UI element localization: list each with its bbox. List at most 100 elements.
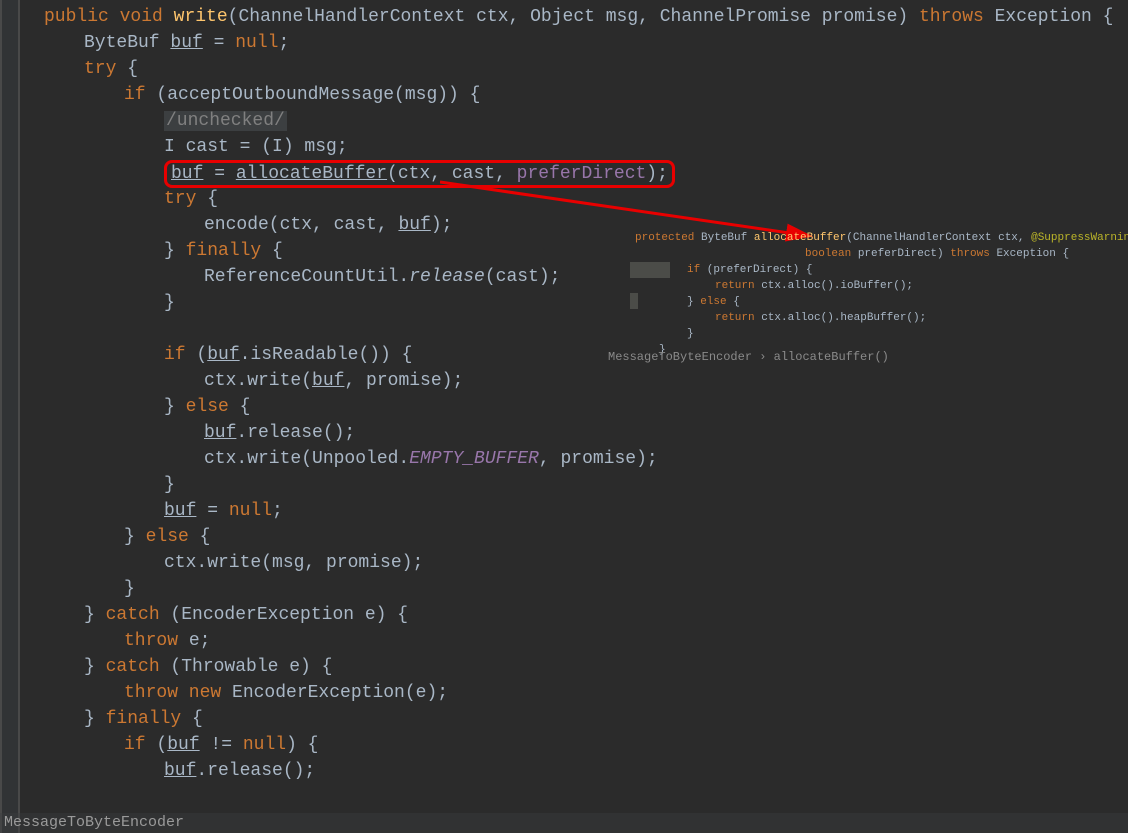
variable: buf	[167, 735, 199, 755]
code-text: e;	[178, 631, 210, 651]
inset-line: protected ByteBuf allocateBuffer(Channel…	[615, 230, 1125, 246]
method-name: write	[174, 7, 228, 27]
code-text: ctx.write(msg, promise);	[164, 553, 423, 573]
code-text: encode(ctx, cast,	[204, 215, 398, 235]
highlighted-call[interactable]: buf = allocateBuffer(ctx, cast, preferDi…	[164, 160, 675, 188]
keyword: throw	[124, 631, 178, 651]
keyword: finally	[186, 241, 262, 261]
keyword: throw new	[124, 683, 221, 703]
code-text: );	[431, 215, 453, 235]
code-text: !=	[200, 735, 243, 755]
code-text: I cast = (I) msg;	[164, 137, 348, 157]
keyword: catch	[106, 657, 160, 677]
code-line[interactable]: } finally {	[24, 706, 1128, 732]
keyword: catch	[106, 605, 160, 625]
code-text: =	[203, 33, 235, 53]
keyword: try	[164, 189, 196, 209]
code-text: ;	[278, 33, 289, 53]
definition-popup[interactable]: protected ByteBuf allocateBuffer(Channel…	[615, 230, 1125, 358]
static-method: release	[409, 267, 485, 287]
keyword: if	[164, 345, 186, 365]
code-text: , promise);	[539, 449, 658, 469]
code-text: ctx.write(Unpooled.	[204, 449, 409, 469]
code-line[interactable]: try {	[24, 186, 1128, 212]
variable: buf	[170, 33, 202, 53]
keyword: finally	[106, 709, 182, 729]
code-text: );	[646, 164, 668, 184]
code-text: ctx.write(	[204, 371, 312, 391]
code-line[interactable]: buf = allocateBuffer(ctx, cast, preferDi…	[24, 160, 1128, 186]
inset-breadcrumb[interactable]: MessageToByteEncoder › allocateBuffer()	[608, 350, 889, 364]
code-text: (cast);	[485, 267, 561, 287]
code-line[interactable]: ctx.write(msg, promise);	[24, 550, 1128, 576]
keyword: void	[120, 7, 163, 27]
code-text: {	[229, 397, 251, 417]
code-text: ByteBuf	[84, 33, 170, 53]
gutter	[0, 0, 20, 833]
bottom-breadcrumb[interactable]: MessageToByteEncoder	[0, 813, 1128, 833]
code-line[interactable]: public void write(ChannelHandlerContext …	[24, 4, 1128, 30]
code-line[interactable]: ctx.write(buf, promise);	[24, 368, 1128, 394]
code-text: .release();	[196, 761, 315, 781]
code-line[interactable]: } catch (EncoderException e) {	[24, 602, 1128, 628]
variable: buf	[164, 501, 196, 521]
code-text: {	[261, 241, 283, 261]
code-line[interactable]: }	[24, 576, 1128, 602]
variable: buf	[207, 345, 239, 365]
code-line[interactable]: } else {	[24, 524, 1128, 550]
code-line[interactable]: } catch (Throwable e) {	[24, 654, 1128, 680]
code-editor[interactable]: public void write(ChannelHandlerContext …	[0, 0, 1128, 833]
crumb-class[interactable]: MessageToByteEncoder	[608, 350, 752, 364]
code-text: (Throwable e) {	[160, 657, 333, 677]
code-line[interactable]: throw new EncoderException(e);	[24, 680, 1128, 706]
inset-line: }	[615, 326, 1125, 342]
crumb-method[interactable]: allocateBuffer()	[774, 350, 889, 364]
variable: buf	[171, 164, 203, 184]
inset-line: } else {	[615, 294, 1125, 310]
code-text: (	[186, 345, 208, 365]
code-text: }	[164, 475, 175, 495]
keyword: if	[124, 85, 146, 105]
crumb-sep: ›	[752, 350, 774, 364]
code-text: }	[164, 397, 186, 417]
constant: EMPTY_BUFFER	[409, 449, 539, 469]
breadcrumb-class[interactable]: MessageToByteEncoder	[4, 814, 184, 831]
code-line[interactable]: buf = null;	[24, 498, 1128, 524]
code-text: (EncoderException e) {	[160, 605, 408, 625]
code-line[interactable]: if (acceptOutboundMessage(msg)) {	[24, 82, 1128, 108]
variable: buf	[312, 371, 344, 391]
code-text: .release();	[236, 423, 355, 443]
code-text: =	[203, 164, 235, 184]
inset-line: boolean preferDirect) throws Exception {	[615, 246, 1125, 262]
code-text: .isReadable()) {	[240, 345, 413, 365]
code-line[interactable]: /unchecked/	[24, 108, 1128, 134]
keyword: if	[124, 735, 146, 755]
code-text: }	[124, 579, 135, 599]
code-text: }	[84, 709, 106, 729]
keyword: else	[146, 527, 189, 547]
code-text: }	[164, 241, 186, 261]
keyword: null	[235, 33, 278, 53]
code-line[interactable]: I cast = (I) msg;	[24, 134, 1128, 160]
code-line[interactable]: if (buf != null) {	[24, 732, 1128, 758]
inset-line: if (preferDirect) {	[615, 262, 1125, 278]
code-text: ReferenceCountUtil.	[204, 267, 409, 287]
code-line[interactable]: try {	[24, 56, 1128, 82]
code-line[interactable]: ByteBuf buf = null;	[24, 30, 1128, 56]
code-text: {	[116, 59, 138, 79]
code-line[interactable]: }	[24, 472, 1128, 498]
variable: buf	[164, 761, 196, 781]
code-text: , promise);	[344, 371, 463, 391]
comment: /unchecked/	[164, 111, 287, 131]
code-line[interactable]: throw e;	[24, 628, 1128, 654]
inset-line: return ctx.alloc().ioBuffer();	[615, 278, 1125, 294]
code-line[interactable]: } else {	[24, 394, 1128, 420]
code-area[interactable]: public void write(ChannelHandlerContext …	[20, 0, 1128, 833]
keyword: public	[44, 7, 109, 27]
code-line[interactable]: buf.release();	[24, 420, 1128, 446]
code-text: =	[196, 501, 228, 521]
variable: buf	[204, 423, 236, 443]
code-line[interactable]: ctx.write(Unpooled.EMPTY_BUFFER, promise…	[24, 446, 1128, 472]
code-text: (ctx, cast,	[387, 164, 517, 184]
code-line[interactable]: buf.release();	[24, 758, 1128, 784]
